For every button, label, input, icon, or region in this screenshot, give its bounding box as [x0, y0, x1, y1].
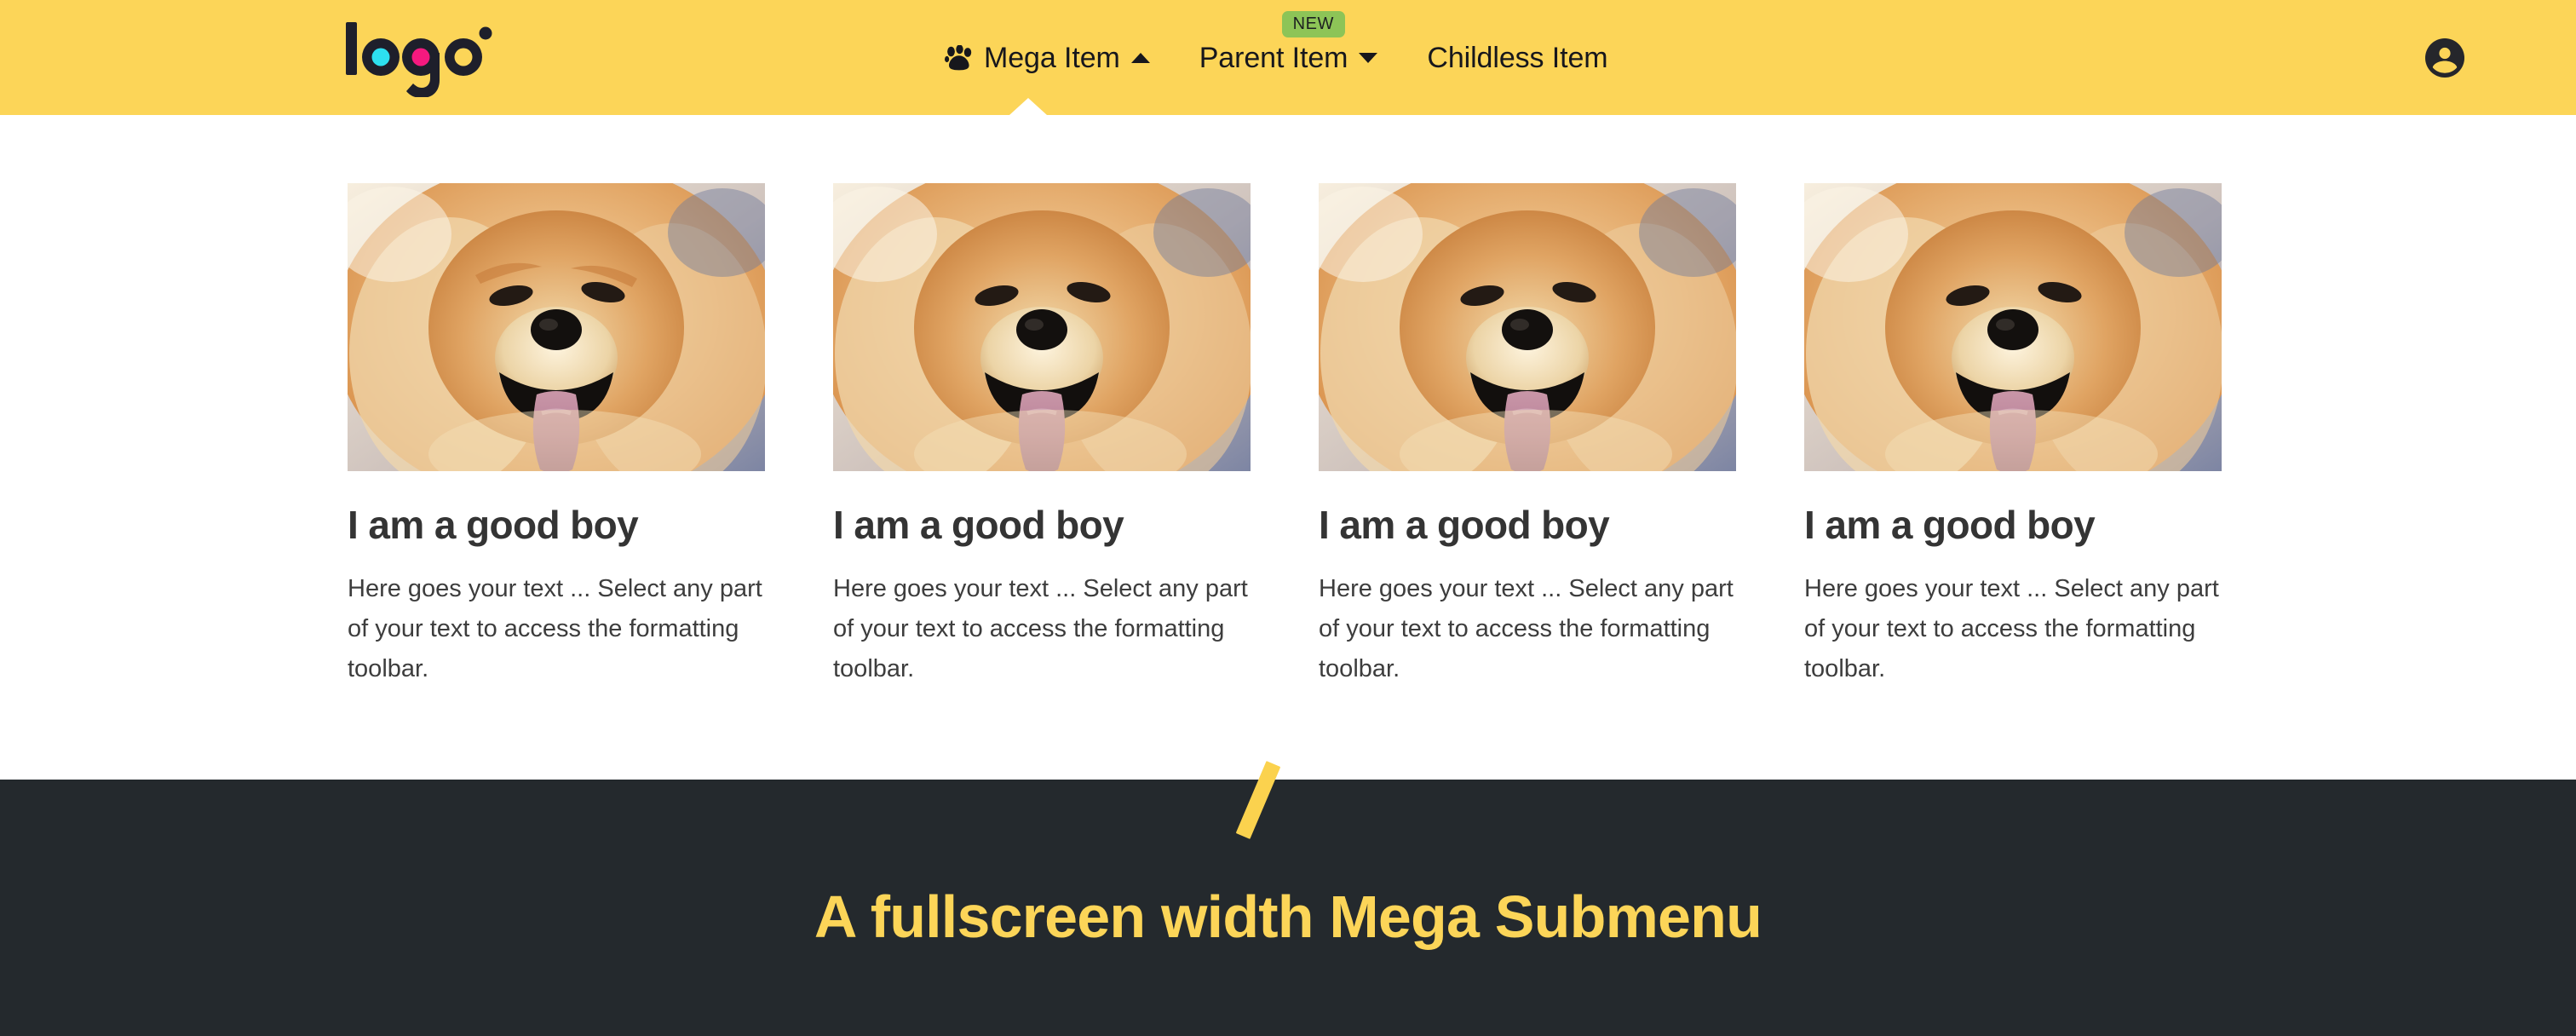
card-image-dog[interactable] [1804, 183, 2222, 471]
nav-item-childless-item[interactable]: Childless Item [1402, 0, 1632, 115]
nav-item-label: Mega Item [984, 41, 1120, 74]
card-title: I am a good boy [833, 503, 1124, 547]
account-circle-icon[interactable] [2424, 37, 2465, 78]
dog-photo-illustration [833, 183, 1251, 471]
mega-submenu-panel: I am a good boy Here goes your text ... … [0, 115, 2576, 780]
dog-photo-illustration [1319, 183, 1736, 471]
card-title: I am a good boy [1804, 503, 2096, 547]
logo-wordmark[interactable] [344, 19, 503, 97]
card-body-text: Here goes your text ... Select any part … [833, 574, 1248, 682]
card-grid: I am a good boy Here goes your text ... … [348, 183, 2222, 689]
card-image-dog[interactable] [348, 183, 765, 471]
dog-photo-illustration [1804, 183, 2222, 471]
card-body-text: Here goes your text ... Select any part … [1319, 574, 1734, 682]
card[interactable]: I am a good boy Here goes your text ... … [348, 183, 765, 689]
card[interactable]: I am a good boy Here goes your text ... … [1319, 183, 1736, 689]
nav-item-parent-item[interactable]: NEW Parent Item [1175, 0, 1403, 115]
chevron-up-icon [1130, 52, 1150, 63]
card-body-text: Here goes your text ... Select any part … [348, 574, 762, 682]
nav-item-mega-item[interactable]: Mega Item [920, 0, 1175, 115]
dog-photo-illustration [348, 183, 765, 471]
card[interactable]: I am a good boy Here goes your text ... … [1804, 183, 2222, 689]
card-image-dog[interactable] [1319, 183, 1736, 471]
banner-title: A fullscreen width Mega Submenu [814, 883, 1762, 950]
nav-item-label: Childless Item [1427, 41, 1608, 74]
card-image-dog[interactable] [833, 183, 1251, 471]
card-title: I am a good boy [348, 503, 639, 547]
card-title: I am a good boy [1319, 503, 1610, 547]
card-body-text: Here goes your text ... Select any part … [1804, 574, 2219, 682]
mega-menu-pointer [1009, 98, 1047, 115]
card[interactable]: I am a good boy Here goes your text ... … [833, 183, 1251, 689]
dark-banner: A fullscreen width Mega Submenu [0, 780, 2576, 1036]
paw-icon [945, 44, 972, 70]
site-header: Mega Item NEW Parent Item Childless Item [0, 0, 2576, 115]
nav-item-label: Parent Item [1199, 41, 1348, 74]
page-root: Mega Item NEW Parent Item Childless Item [0, 0, 2576, 1036]
chevron-down-icon [1359, 52, 1378, 63]
status-badge-new: NEW [1281, 11, 1346, 37]
